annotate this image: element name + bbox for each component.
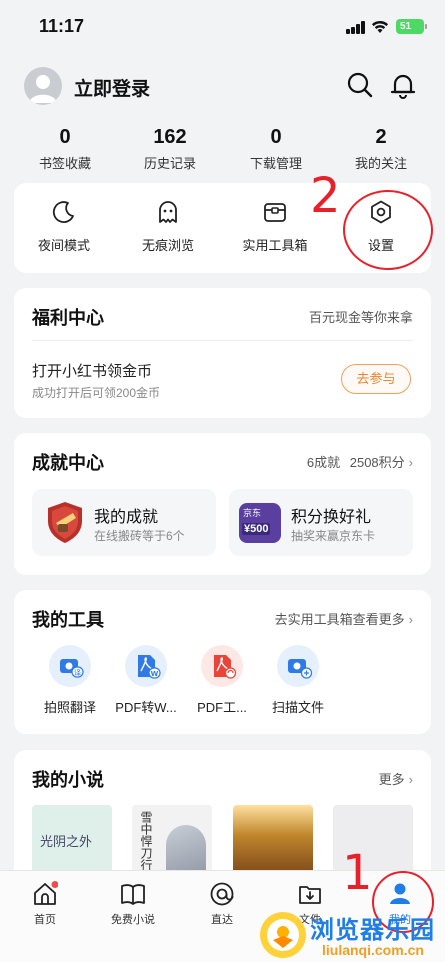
- avatar[interactable]: [24, 67, 62, 105]
- tool-label: PDF工...: [197, 700, 247, 715]
- watermark-text: 浏览器乐园: [310, 917, 435, 944]
- tool-pdf-tools[interactable]: PDF工...: [182, 645, 262, 716]
- card-brand: 京东: [243, 508, 262, 518]
- incognito-button[interactable]: 无痕浏览: [118, 199, 218, 254]
- tool-scan-file[interactable]: 扫描文件: [258, 645, 338, 716]
- chevron-right-icon: ›: [408, 772, 413, 787]
- ghost-icon: [159, 201, 177, 223]
- stat-history[interactable]: 162 历史记录: [120, 126, 220, 172]
- section-title: 我的小说: [32, 770, 104, 790]
- quick-label: 无痕浏览: [141, 238, 194, 253]
- stat-label: 历史记录: [143, 156, 196, 171]
- tab-label: 直达: [211, 914, 233, 926]
- stat-label: 我的关注: [354, 156, 407, 171]
- watermark-logo: [260, 912, 306, 958]
- achievement-center-card: 成就中心 6成就 2508积分 › 我的成就 在线搬砖等于6个 京东 ¥500 积…: [14, 433, 431, 575]
- tool-photo-translate[interactable]: 译 拍照翻译: [30, 645, 110, 716]
- annotation-number-1: 1: [342, 845, 373, 901]
- toolbox-icon: [264, 203, 286, 222]
- tool-badge: W: [151, 670, 159, 678]
- tab-label: 免费小说: [111, 914, 155, 926]
- stat-following[interactable]: 2 我的关注: [331, 126, 431, 172]
- achievement-count: 6成就: [306, 455, 341, 470]
- search-icon[interactable]: [346, 71, 374, 99]
- watermark-url: liulanqi.com.cn: [322, 942, 424, 958]
- pdf-to-word-icon: W: [125, 645, 167, 687]
- annotation-number-2: 2: [310, 168, 341, 224]
- user-silhouette-icon: [29, 75, 57, 103]
- my-tools-card: 我的工具 去实用工具箱查看更多 › 译 拍照翻译 W PDF转W... PDF工…: [14, 590, 431, 734]
- tab-direct[interactable]: 直达: [187, 881, 257, 927]
- welfare-promo-text[interactable]: 百元现金等你来拿: [309, 307, 413, 326]
- chevron-right-icon: ›: [408, 455, 413, 470]
- tile-subtitle: 在线搬砖等于6个: [94, 529, 185, 543]
- chevron-right-icon: ›: [408, 612, 413, 627]
- task-subtitle: 成功打开后可领200金币: [32, 386, 161, 400]
- download-folder-icon: [299, 886, 321, 904]
- book-icon: [121, 884, 145, 905]
- card-value: ¥500: [242, 523, 271, 535]
- tool-label: PDF转W...: [115, 700, 177, 715]
- stat-label: 书签收藏: [38, 156, 91, 171]
- tool-badge: 译: [74, 669, 81, 677]
- my-achievements-tile[interactable]: 我的成就 在线搬砖等于6个: [32, 489, 216, 556]
- tool-pdf-to-word[interactable]: W PDF转W...: [106, 645, 186, 716]
- scan-file-icon: [277, 645, 319, 687]
- direct-icon: [210, 882, 234, 906]
- tab-home[interactable]: 首页: [10, 881, 80, 927]
- night-mode-button[interactable]: 夜间模式: [14, 199, 114, 254]
- annotation-circle-settings: [343, 190, 433, 270]
- task-title: 打开小红书领金币: [32, 363, 153, 380]
- join-button[interactable]: 去参与: [341, 364, 411, 394]
- achievement-shield-icon: [42, 499, 88, 545]
- watermark: 浏览器乐园 liulanqi.com.cn: [256, 906, 445, 962]
- bell-icon[interactable]: [389, 71, 417, 99]
- tab-label: 首页: [34, 914, 56, 926]
- section-title: 我的工具: [32, 610, 104, 630]
- stat-value: 0: [270, 126, 282, 148]
- status-time: 11:17: [39, 16, 85, 36]
- stat-value: 2: [375, 126, 387, 148]
- login-link[interactable]: 立即登录: [74, 74, 150, 101]
- stat-value: 0: [59, 126, 71, 148]
- points-exchange-tile[interactable]: 京东 ¥500 积分换好礼 抽奖来赢京东卡: [229, 489, 413, 556]
- camera-translate-icon: 译: [49, 645, 91, 687]
- pdf-tools-icon: [201, 645, 243, 687]
- cellular-signal-icon: [346, 21, 366, 34]
- battery-level: 51: [400, 21, 412, 32]
- section-title: 福利中心: [32, 308, 104, 328]
- status-bar: 11:17 51: [0, 0, 445, 56]
- tool-label: 扫描文件: [271, 700, 324, 715]
- tools-more-link[interactable]: 去实用工具箱查看更多 ›: [275, 609, 413, 628]
- book-title: 光阴之外: [40, 834, 93, 849]
- stat-value: 162: [153, 126, 187, 148]
- moon-icon: [52, 201, 74, 223]
- tile-title: 积分换好礼: [291, 509, 372, 526]
- jd-gift-card-icon: 京东 ¥500: [239, 503, 281, 543]
- stat-bookmarks[interactable]: 0 书签收藏: [15, 126, 115, 172]
- tile-title: 我的成就: [94, 509, 159, 526]
- tools-more-label: 去实用工具箱查看更多: [274, 612, 405, 627]
- home-icon: [34, 881, 58, 905]
- tab-free-novels[interactable]: 免费小说: [98, 881, 168, 927]
- quick-label: 实用工具箱: [242, 238, 308, 253]
- novels-more-label: 更多: [378, 772, 405, 787]
- achievement-points: 2508积分: [349, 455, 405, 470]
- achievement-summary[interactable]: 6成就 2508积分 ›: [307, 452, 413, 471]
- battery-icon: 51: [396, 19, 427, 34]
- tile-subtitle: 抽奖来赢京东卡: [291, 529, 376, 543]
- quick-label: 夜间模式: [37, 238, 90, 253]
- wifi-icon: [372, 20, 388, 33]
- divider: [32, 340, 413, 341]
- tool-label: 拍照翻译: [43, 700, 96, 715]
- novels-more-link[interactable]: 更多 ›: [379, 769, 413, 788]
- stats-row: 0 书签收藏 162 历史记录 0 下载管理 2 我的关注: [0, 126, 445, 172]
- stat-downloads[interactable]: 0 下载管理: [226, 126, 326, 172]
- section-title: 成就中心: [32, 453, 104, 473]
- welfare-center-card: 福利中心 百元现金等你来拿 打开小红书领金币 成功打开后可领200金币 去参与: [14, 288, 431, 418]
